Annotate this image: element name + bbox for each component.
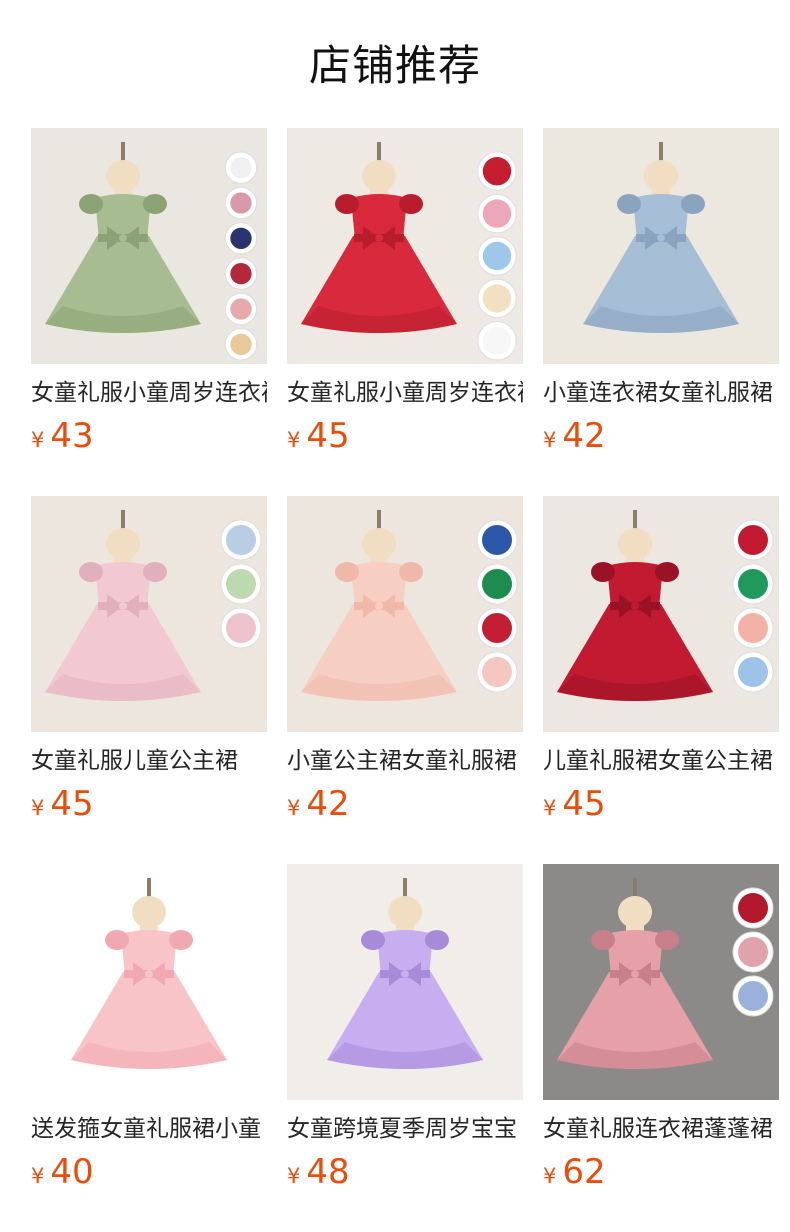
color-swatch — [226, 613, 256, 643]
color-swatch — [482, 326, 512, 355]
peach-dress-image — [287, 496, 523, 732]
currency-symbol: ¥ — [287, 796, 301, 820]
price-value: 42 — [562, 416, 606, 456]
price-value: 62 — [562, 1152, 606, 1192]
product-image[interactable] — [543, 496, 779, 732]
color-swatch — [482, 241, 512, 271]
product-image[interactable] — [287, 864, 523, 1100]
product-price: ¥40 — [31, 1150, 94, 1194]
product-image[interactable] — [31, 496, 267, 732]
product-name[interactable]: 女童礼服连衣裙蓬蓬裙 — [543, 1112, 779, 1148]
currency-symbol: ¥ — [287, 1164, 301, 1188]
currency-symbol: ¥ — [31, 1164, 45, 1188]
currency-symbol: ¥ — [287, 428, 301, 452]
product-name[interactable]: 女童礼服小童周岁连衣裙 — [31, 376, 267, 412]
product-card[interactable]: 女童礼服连衣裙蓬蓬裙 ¥62 — [543, 864, 779, 1204]
price-value: 40 — [50, 1152, 94, 1192]
color-swatch — [482, 613, 512, 643]
product-image[interactable] — [543, 864, 779, 1100]
page-title: 店铺推荐 — [308, 41, 481, 90]
pink-dress-image — [31, 496, 267, 732]
price-value: 45 — [50, 784, 94, 824]
currency-symbol: ¥ — [543, 1164, 557, 1188]
product-card[interactable]: 小童公主裙女童礼服裙 ¥42 — [287, 496, 523, 836]
product-price: ¥45 — [287, 414, 350, 458]
green-dress-image — [31, 128, 267, 364]
color-swatch — [482, 199, 512, 228]
color-swatch — [738, 525, 768, 555]
product-name[interactable]: 送发箍女童礼服裙小童 — [31, 1112, 267, 1148]
color-swatch — [230, 298, 252, 320]
color-swatch — [738, 893, 768, 923]
product-price: ¥48 — [287, 1150, 350, 1194]
product-card[interactable]: 送发箍女童礼服裙小童 ¥40 — [31, 864, 267, 1204]
color-swatch — [738, 981, 768, 1011]
product-price: ¥45 — [31, 782, 94, 826]
color-swatch — [230, 227, 252, 249]
product-name[interactable]: 女童礼服小童周岁连衣裙 — [287, 376, 523, 412]
light-pink-dress-image — [31, 864, 267, 1100]
color-swatch — [230, 192, 252, 214]
red-dress-image — [287, 128, 523, 364]
color-swatch — [738, 569, 768, 599]
color-swatch — [482, 657, 512, 687]
currency-symbol: ¥ — [543, 428, 557, 452]
color-swatch — [226, 569, 256, 599]
product-image[interactable] — [543, 128, 779, 364]
price-value: 43 — [50, 416, 94, 456]
product-name[interactable]: 女童跨境夏季周岁宝宝 — [287, 1112, 523, 1148]
product-name[interactable]: 小童连衣裙女童礼服裙 — [543, 376, 779, 412]
price-value: 45 — [306, 416, 350, 456]
product-card[interactable]: 儿童礼服裙女童公主裙 ¥45 — [543, 496, 779, 836]
color-swatch — [482, 284, 512, 313]
blue-dress-image — [543, 128, 779, 364]
currency-symbol: ¥ — [31, 428, 45, 452]
currency-symbol: ¥ — [543, 796, 557, 820]
purple-dress-image — [287, 864, 523, 1100]
price-value: 42 — [306, 784, 350, 824]
color-swatch — [230, 263, 252, 285]
color-swatch — [482, 157, 512, 186]
product-card[interactable]: 女童礼服小童周岁连衣裙 ¥45 — [287, 128, 523, 468]
color-swatch — [230, 333, 252, 355]
color-swatch — [482, 569, 512, 599]
product-price: ¥45 — [543, 782, 606, 826]
product-name[interactable]: 女童礼服儿童公主裙 — [31, 744, 267, 780]
lace-pink-dress-image — [543, 864, 779, 1100]
color-swatch — [226, 525, 256, 555]
color-swatch — [738, 937, 768, 967]
product-image[interactable] — [31, 128, 267, 364]
product-price: ¥62 — [543, 1150, 606, 1194]
product-price: ¥42 — [543, 414, 606, 458]
product-image[interactable] — [31, 864, 267, 1100]
product-price: ¥42 — [287, 782, 350, 826]
color-swatch — [738, 613, 768, 643]
product-image[interactable] — [287, 128, 523, 364]
sequin-red-dress-image — [543, 496, 779, 732]
product-card[interactable]: 小童连衣裙女童礼服裙 ¥42 — [543, 128, 779, 468]
product-card[interactable]: 女童礼服儿童公主裙 ¥45 — [31, 496, 267, 836]
currency-symbol: ¥ — [31, 796, 45, 820]
product-image[interactable] — [287, 496, 523, 732]
product-price: ¥43 — [31, 414, 94, 458]
price-value: 45 — [562, 784, 606, 824]
color-swatch — [230, 157, 252, 179]
product-name[interactable]: 儿童礼服裙女童公主裙 — [543, 744, 779, 780]
product-card[interactable]: 女童礼服小童周岁连衣裙 ¥43 — [31, 128, 267, 468]
product-grid: 女童礼服小童周岁连衣裙 ¥43 女童礼服小童周岁连衣裙 ¥45 小童连衣裙女童礼… — [31, 128, 790, 1232]
color-swatch — [482, 525, 512, 555]
color-swatch — [738, 657, 768, 687]
price-value: 48 — [306, 1152, 350, 1192]
product-card[interactable]: 女童跨境夏季周岁宝宝 ¥48 — [287, 864, 523, 1204]
product-name[interactable]: 小童公主裙女童礼服裙 — [287, 744, 523, 780]
